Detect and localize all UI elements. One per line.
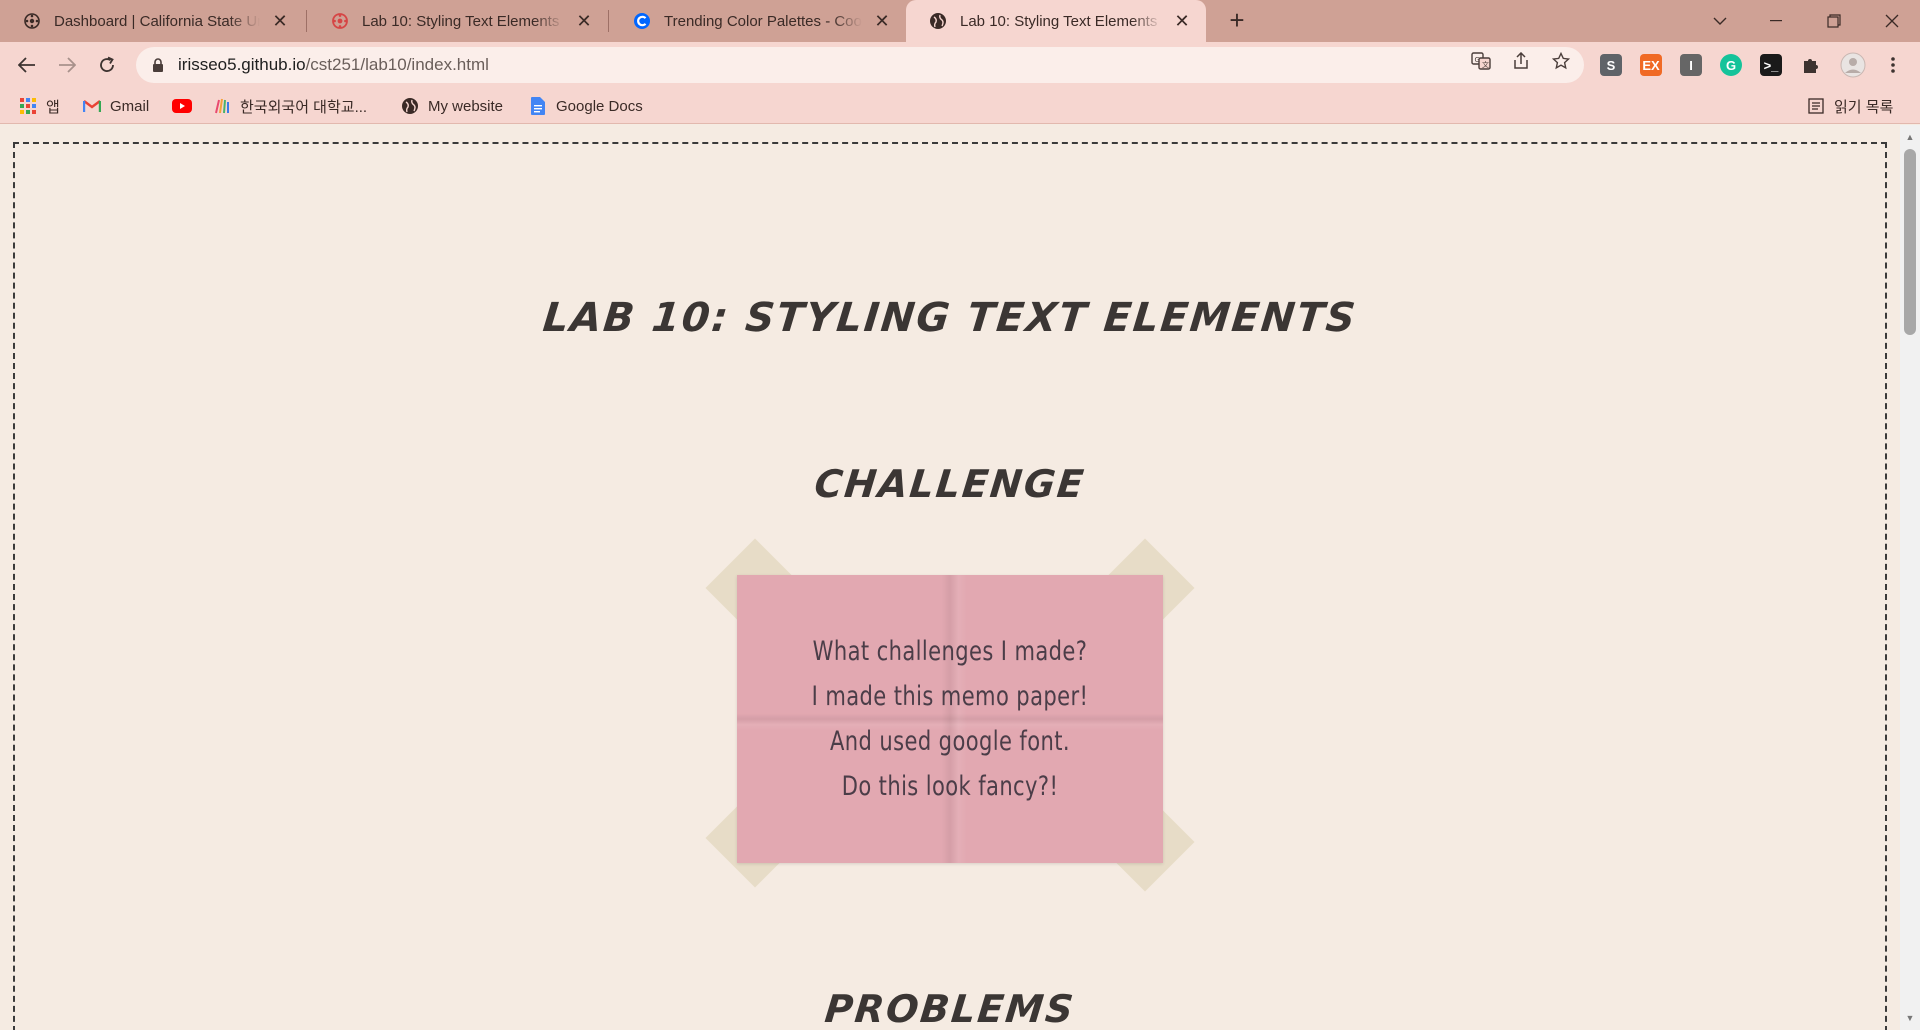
tab-separator (608, 10, 609, 32)
page-title: LAB 10: STYLING TEXT ELEMENTS (540, 295, 1360, 341)
tab-coolors[interactable]: Trending Color Palettes - Coolors ✕ (610, 0, 906, 42)
reading-list-label: 읽기 목록 (1834, 98, 1894, 116)
scroll-up-arrow-icon[interactable]: ▲ (1900, 129, 1920, 145)
problems-heading: PROBLEMS (822, 987, 1078, 1030)
svg-text:G: G (1475, 56, 1480, 64)
terminal-extension-icon[interactable]: >_ (1760, 54, 1782, 76)
i-extension-icon[interactable]: I (1680, 54, 1702, 76)
tab-dashboard[interactable]: Dashboard | California State Uni ✕ (0, 0, 304, 42)
bookmark-star-icon[interactable] (1550, 50, 1572, 72)
tab-search-chevron-icon[interactable] (1692, 0, 1748, 42)
apps-grid-icon (18, 96, 38, 116)
memo-note: What challenges I made? I made this memo… (737, 575, 1163, 863)
new-tab-button[interactable]: + (1222, 6, 1252, 36)
browser-toolbar: irisseo5.github.io/cst251/lab10/index.ht… (0, 42, 1920, 88)
s-extension-icon[interactable]: S (1600, 54, 1622, 76)
tab-strip: Dashboard | California State Uni ✕ Lab 1… (0, 0, 1920, 42)
bookmark-google-docs[interactable]: Google Docs (528, 94, 643, 118)
reload-icon[interactable] (92, 50, 122, 80)
translate-icon[interactable]: G文 (1470, 50, 1492, 72)
tab-title: Trending Color Palettes - Coolors (664, 12, 862, 30)
tab-title: Lab 10: Styling Text Elements (362, 12, 560, 30)
bookmark-youtube[interactable] (172, 94, 200, 118)
grammarly-icon[interactable]: G (1720, 54, 1742, 76)
lock-icon[interactable] (150, 57, 166, 73)
bookmark-label: 한국외국어 대학교... (240, 98, 368, 116)
url-host: irisseo5.github.io (178, 55, 306, 74)
svg-text:文: 文 (1482, 60, 1489, 69)
canvas-red-icon (330, 11, 350, 31)
memo-line: Do this look fancy?! (841, 771, 1059, 802)
tab-lab10-active[interactable]: Lab 10: Styling Text Elements ✕ (906, 0, 1206, 42)
close-icon[interactable]: ✕ (872, 11, 892, 31)
tab-title: Dashboard | California State Uni (54, 12, 260, 30)
share-icon[interactable] (1510, 50, 1532, 72)
url-path: /cst251/lab10/index.html (305, 55, 489, 74)
scroll-thumb[interactable] (1904, 149, 1916, 335)
globe-icon (928, 11, 948, 31)
bookmark-label: Gmail (110, 97, 150, 115)
bookmark-gmail[interactable]: Gmail (82, 94, 149, 118)
memo-line: And used google font. (830, 726, 1070, 757)
reading-list-icon (1806, 96, 1826, 116)
extensions-puzzle-icon[interactable] (1800, 54, 1822, 76)
forward-arrow-icon[interactable] (52, 50, 82, 80)
bookmark-label: Google Docs (556, 97, 643, 115)
bookmark-my-website[interactable]: My website (400, 94, 503, 118)
minimize-icon[interactable] (1748, 0, 1804, 42)
google-docs-icon (528, 96, 548, 116)
memo-line: I made this memo paper! (811, 681, 1089, 712)
url-text[interactable]: irisseo5.github.io/cst251/lab10/index.ht… (178, 55, 489, 75)
hufs-icon (212, 96, 232, 116)
gmail-icon (82, 96, 102, 116)
bookmark-label: My website (428, 97, 504, 115)
globe-icon (400, 96, 420, 116)
ex-extension-icon[interactable]: EX (1640, 54, 1662, 76)
page-viewport: LAB 10: STYLING TEXT ELEMENTS CHALLENGE … (0, 125, 1900, 1030)
tab-separator (306, 10, 307, 32)
restore-icon[interactable] (1806, 0, 1862, 42)
close-icon[interactable]: ✕ (1172, 11, 1192, 31)
scroll-down-arrow-icon[interactable]: ▼ (1900, 1010, 1920, 1026)
avatar[interactable] (1840, 52, 1866, 78)
bookmarks-bar: 앱 Gmail 한국외국어 대학교... My website Google D… (0, 88, 1920, 124)
tab-lab10-canvas[interactable]: Lab 10: Styling Text Elements ✕ (308, 0, 608, 42)
close-window-icon[interactable] (1864, 0, 1920, 42)
close-icon[interactable]: ✕ (270, 11, 290, 31)
reading-list-button[interactable]: 읽기 목록 (1806, 94, 1893, 118)
back-arrow-icon[interactable] (12, 50, 42, 80)
canvas-lms-icon (22, 11, 42, 31)
close-icon[interactable]: ✕ (574, 11, 594, 31)
tab-title: Lab 10: Styling Text Elements (960, 12, 1158, 30)
address-bar[interactable]: irisseo5.github.io/cst251/lab10/index.ht… (136, 47, 1584, 83)
memo-line: What challenges I made? (812, 636, 1088, 667)
memo-paper: What challenges I made? I made this memo… (700, 538, 1200, 915)
youtube-icon (172, 96, 192, 116)
bookmark-label: 앱 (46, 98, 60, 116)
challenge-heading: CHALLENGE (812, 462, 1088, 506)
coolors-icon (632, 11, 652, 31)
bookmark-hufs[interactable]: 한국외국어 대학교... (212, 94, 367, 118)
vertical-scrollbar[interactable]: ▲ ▼ (1900, 125, 1920, 1030)
more-menu-icon[interactable] (1882, 54, 1904, 76)
bookmark-apps[interactable]: 앱 (18, 94, 60, 118)
